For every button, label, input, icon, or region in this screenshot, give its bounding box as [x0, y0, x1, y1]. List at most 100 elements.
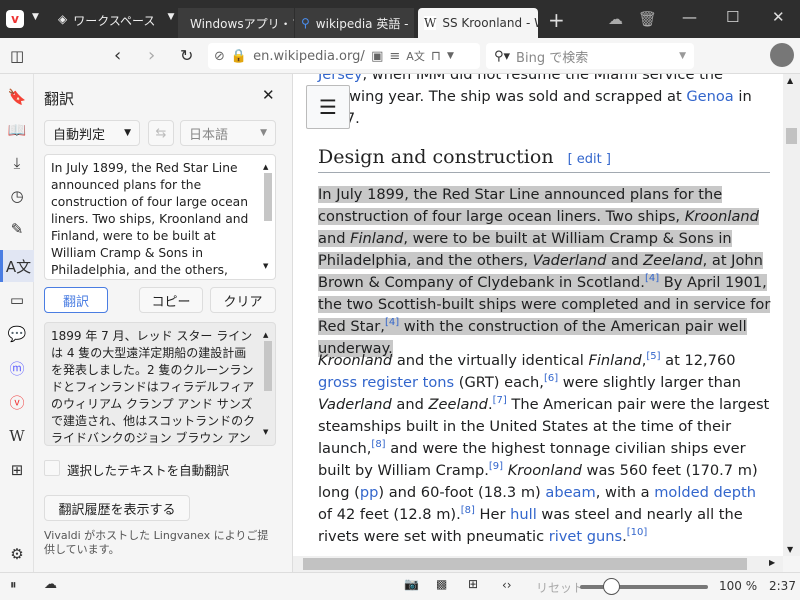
panel-title: 翻訳: [44, 90, 75, 108]
chevron-down-icon[interactable]: ▼: [32, 12, 39, 22]
mastodon-icon[interactable]: ⓜ: [0, 352, 34, 384]
provider-credit: Vivaldi がホストした Lingvanex によりご提供しています。: [44, 529, 269, 556]
bookmarks-icon[interactable]: 🔖: [0, 81, 34, 113]
text-run: Finland: [350, 230, 404, 247]
reload-button[interactable]: ↻: [180, 46, 193, 65]
auto-translate-checkbox[interactable]: [44, 460, 60, 476]
citation-link[interactable]: [5]: [646, 351, 660, 362]
trash-icon[interactable]: 🗑: [638, 10, 657, 28]
text-run: of 42 feet (12.8 m).: [318, 506, 461, 523]
new-tab-button[interactable]: +: [548, 8, 565, 32]
maximize-button[interactable]: ☐: [726, 8, 739, 26]
text-run: Her: [474, 506, 511, 523]
text-run: Kroonland: [318, 352, 393, 369]
tiling-icon[interactable]: ⊞: [468, 577, 478, 591]
text-run: Zeeland: [428, 396, 488, 413]
wiki-link[interactable]: abeam: [545, 484, 595, 501]
chevron-down-icon[interactable]: ▼: [679, 51, 686, 61]
search-icon[interactable]: ⚲▾: [494, 49, 510, 64]
camera-icon[interactable]: 📷: [404, 577, 419, 591]
clock: 2:37: [769, 579, 796, 593]
shield-icon[interactable]: ⊘: [214, 49, 225, 64]
text-run: Vaderland: [532, 252, 607, 269]
source-text-input[interactable]: In July 1899, the Red Star Line announce…: [44, 154, 276, 280]
swap-languages-button[interactable]: ⇆: [148, 120, 174, 146]
toc-button[interactable]: ☰: [306, 85, 350, 129]
chat-icon[interactable]: 💬: [0, 318, 34, 350]
close-window-button[interactable]: ✕: [772, 8, 785, 26]
wiki-link[interactable]: pp: [360, 484, 379, 501]
close-icon[interactable]: ✕: [262, 86, 275, 104]
wiki-link[interactable]: Genoa: [686, 88, 733, 105]
citation-link[interactable]: [10]: [627, 527, 648, 538]
tab-ss-kroonland[interactable]: W SS Kroonland - W: [418, 8, 538, 38]
minimize-button[interactable]: —: [682, 8, 697, 26]
text-run: Kroonland: [684, 208, 759, 225]
citation-link[interactable]: [4]: [645, 273, 659, 284]
horizontal-scrollbar[interactable]: ▶: [293, 556, 783, 572]
translate-panel-icon[interactable]: A文: [0, 250, 34, 282]
sync-cloud-icon[interactable]: ☁: [44, 577, 57, 592]
tab-wikipedia-search[interactable]: ⚲ wikipedia 英語 -: [295, 8, 414, 38]
downloads-icon[interactable]: ⤓: [0, 147, 34, 179]
citation-link[interactable]: [6]: [544, 373, 558, 384]
wiki-link[interactable]: rivet guns: [549, 528, 622, 545]
cloud-icon[interactable]: ☁: [608, 10, 623, 28]
status-bar: ⏸ ☁ 📷 ▩ ⊞ ‹› リセット 100 % 2:37: [0, 572, 800, 600]
vertical-scrollbar[interactable]: ▲ ▼: [783, 74, 800, 556]
translate-icon[interactable]: A文: [406, 48, 425, 64]
add-panel-icon[interactable]: ⊞: [0, 454, 34, 486]
citation-link[interactable]: [7]: [493, 395, 507, 406]
copy-button[interactable]: コピー: [139, 287, 203, 313]
translate-button[interactable]: 翻訳: [44, 287, 108, 313]
chevron-down-icon[interactable]: ▼: [447, 51, 454, 61]
search-field[interactable]: ⚲▾ Bing で検索 ▼: [486, 43, 694, 69]
avatar[interactable]: [770, 43, 794, 67]
wiki-link[interactable]: gross register tons: [318, 374, 454, 391]
source-language-select[interactable]: 自動判定 ▼: [44, 120, 140, 146]
layers-icon: ◈: [58, 12, 68, 26]
translate-panel: 翻訳 ✕ 自動判定 ▼ ⇆ 日本語 ▼ In July 1899, the Red …: [34, 74, 293, 572]
wiki-link[interactable]: molded depth: [654, 484, 756, 501]
citation-link[interactable]: [4]: [385, 317, 399, 328]
scrollbar[interactable]: ▲ ▼: [263, 327, 273, 441]
translation-history-button[interactable]: 翻訳履歴を表示する: [44, 495, 190, 521]
vivaldi-icon[interactable]: ⓥ: [0, 386, 34, 418]
citation-link[interactable]: [8]: [461, 505, 475, 516]
history-icon[interactable]: ◷: [0, 180, 34, 212]
rss-icon[interactable]: ▣: [371, 49, 383, 64]
image-icon[interactable]: ▩: [436, 577, 447, 591]
chevron-down-icon: ▼: [167, 12, 175, 22]
scrollbar[interactable]: ▲ ▼: [263, 159, 273, 275]
window-icon[interactable]: ▭: [0, 284, 34, 316]
reader-icon[interactable]: ≡: [389, 49, 400, 64]
code-icon[interactable]: ‹›: [502, 578, 512, 592]
edit-link[interactable]: [ edit ]: [568, 152, 611, 167]
workspace-button[interactable]: ◈ ワークスペース ▼: [58, 12, 174, 29]
text-run: and: [606, 252, 644, 269]
bookmark-icon[interactable]: ⊓: [431, 49, 441, 64]
citation-link[interactable]: [8]: [371, 439, 385, 450]
auto-translate-label: 選択したテキストを自動翻訳: [67, 463, 230, 478]
wiki-link[interactable]: Jersey: [318, 74, 363, 83]
notes-icon[interactable]: ✎: [0, 213, 34, 245]
wikipedia-icon[interactable]: W: [0, 420, 34, 452]
paragraph-2: Kroonland and the virtually identical Fi…: [318, 350, 773, 548]
panel-toggle-icon[interactable]: ⏸: [10, 578, 17, 593]
reading-list-icon[interactable]: 📖: [0, 114, 34, 146]
clear-button[interactable]: クリア: [210, 287, 276, 313]
back-button[interactable]: ‹: [114, 45, 121, 66]
forward-button[interactable]: ›: [148, 45, 155, 66]
text-run: were slightly larger than: [558, 374, 742, 391]
url-field[interactable]: ⊘🔒 en.wikipedia.org/wiki ▣≡A文⊓▼: [208, 43, 480, 69]
zoom-slider-handle[interactable]: [603, 578, 621, 595]
tab-windows-app[interactable]: Windowsアプリ・フ: [178, 8, 294, 38]
panel-toggle-icon[interactable]: ◫: [10, 47, 24, 65]
citation-link[interactable]: [9]: [489, 461, 503, 472]
wiki-link[interactable]: hull: [510, 506, 537, 523]
target-language-select[interactable]: 日本語 ▼: [180, 120, 276, 146]
zoom-reset-button[interactable]: リセット: [536, 579, 584, 596]
zoom-slider[interactable]: [580, 578, 708, 595]
vivaldi-menu-button[interactable]: v: [6, 10, 24, 28]
settings-icon[interactable]: ⚙: [0, 538, 34, 570]
